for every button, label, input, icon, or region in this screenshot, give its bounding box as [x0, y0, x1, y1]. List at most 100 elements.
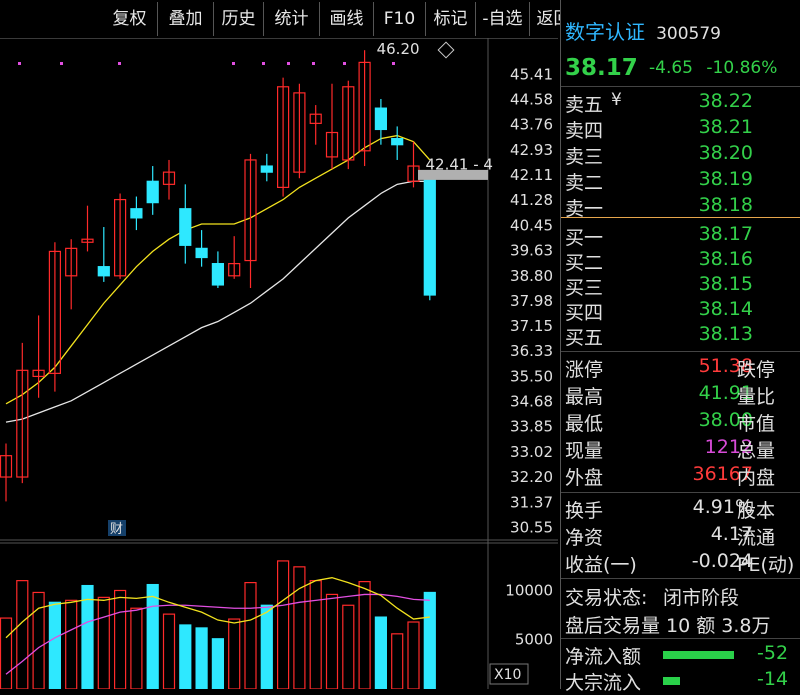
ask-row[interactable]: 卖五 ¥ 38.22 — [561, 90, 800, 116]
event-dot — [262, 62, 265, 65]
ask-label: 卖五 — [565, 94, 604, 116]
price-tick-label: 41.28 — [510, 191, 553, 209]
stat-label2: 市值 — [737, 413, 776, 435]
volume-bar — [97, 596, 110, 689]
toolbar-button-3[interactable]: 统计 — [264, 2, 320, 36]
price-tick-label: 31.37 — [510, 493, 553, 511]
bid-row[interactable]: 买二 38.16 — [561, 248, 800, 274]
quote-panel: 数字认证 300579 38.17 -4.65 -10.86% 卖五 ¥ 38.… — [560, 0, 800, 694]
event-dot — [287, 62, 290, 65]
bid-label: 买二 — [565, 252, 604, 274]
volume-bar — [423, 591, 436, 689]
bid-row[interactable]: 买三 38.15 — [561, 273, 800, 299]
kline-chart[interactable]: 45.41 44.58 43.76 42.93 42.11 41.28 40.45 39.63… — [0, 38, 558, 689]
ask-row[interactable]: 卖四 38.21 — [561, 116, 800, 142]
flow-row: 净流入额 -52 — [561, 642, 800, 668]
candle-body — [391, 138, 404, 146]
price-tick-label: 33.02 — [510, 443, 553, 461]
volume-bar — [244, 581, 257, 689]
candle-body — [374, 107, 387, 131]
bid-row[interactable]: 买四 38.14 — [561, 298, 800, 324]
stat-label: 涨停 — [565, 359, 604, 381]
toolbar-button-6[interactable]: 标记 — [426, 2, 476, 36]
volume-bar — [16, 580, 29, 689]
price-tick-label: 36.33 — [510, 342, 553, 360]
bid-row[interactable]: 买一 38.17 — [561, 223, 800, 249]
stat-label: 最低 — [565, 413, 604, 435]
price-tick-label: 42.93 — [510, 141, 553, 159]
price-change-pct: -10.86% — [706, 58, 778, 78]
volume-bar — [195, 627, 208, 689]
event-dot — [118, 62, 121, 65]
event-dot — [343, 62, 346, 65]
bid-price: 38.16 — [698, 248, 753, 270]
high-price-marker: 46.20 — [377, 40, 420, 58]
toolbar-button-0[interactable]: 复权 — [102, 2, 158, 36]
stat-row: 外盘 36167 内盘 — [561, 463, 800, 489]
toolbar-button-7[interactable]: -自选 — [476, 2, 530, 36]
fund-label: 换手 — [565, 500, 604, 522]
volume-bar — [48, 601, 62, 689]
volume-bar — [309, 580, 322, 689]
ma-long-line — [5, 180, 430, 423]
volume-bar — [293, 566, 306, 689]
ask-price: 38.20 — [698, 142, 753, 164]
bid-label: 买三 — [565, 277, 604, 299]
price-tick-label: 45.41 — [510, 65, 553, 83]
candle-body — [195, 247, 208, 259]
stat-label: 最高 — [565, 386, 604, 408]
fund-label: 净资 — [565, 527, 604, 549]
volume-unit-label: X10 — [494, 667, 521, 683]
fund-label2: PE(动) — [737, 554, 795, 576]
price-tick-label: 40.45 — [510, 217, 553, 235]
ask-mark: ¥ — [611, 90, 622, 110]
candle-body — [130, 208, 143, 219]
fundamental-row: 净资 4.17 流通 — [561, 523, 800, 549]
volume-bar — [391, 633, 404, 689]
stock-name: 数字认证 — [565, 20, 645, 44]
fund-label2: 股本 — [737, 500, 776, 522]
flow-value: -52 — [757, 642, 789, 664]
ask-row[interactable]: 卖二 38.19 — [561, 168, 800, 194]
price-tick-label: 32.20 — [510, 468, 553, 486]
fundamental-row: 换手 4.91% 股本 — [561, 496, 800, 522]
bid-row[interactable]: 买五 38.13 — [561, 323, 800, 349]
event-dot — [60, 62, 63, 65]
ask-label: 卖四 — [565, 120, 604, 142]
volume-bar — [162, 613, 176, 689]
bid-price: 38.14 — [698, 298, 753, 320]
volume-bar — [81, 584, 94, 689]
stat-label2: 量比 — [737, 386, 776, 408]
stat-label: 外盘 — [565, 467, 604, 489]
candle-body — [260, 165, 273, 173]
toolbar-button-5[interactable]: F10 — [374, 2, 426, 36]
change-line: -4.65 -10.86% — [649, 58, 777, 78]
toolbar-button-2[interactable]: 历史 — [214, 2, 264, 36]
price-tick-label: 37.15 — [510, 317, 553, 335]
price-line: 38.17 — [565, 55, 638, 81]
last-price: 38.17 — [565, 55, 638, 81]
fund-label: 收益(一) — [565, 554, 637, 576]
stat-row: 最高 41.91 量比 — [561, 382, 800, 408]
event-dot — [312, 62, 315, 65]
divider — [561, 578, 800, 579]
volume-bar — [260, 604, 273, 689]
ask-price: 38.21 — [698, 116, 753, 138]
flow-bar — [663, 677, 680, 685]
ask-row[interactable]: 卖三 38.20 — [561, 142, 800, 168]
stat-label2: 跌停 — [737, 359, 776, 381]
toolbar-button-4[interactable]: 画线 — [320, 2, 374, 36]
volume-tick-label: 5000 — [515, 631, 553, 649]
event-dot — [392, 62, 395, 65]
flow-label: 净流入额 — [565, 646, 642, 668]
stat-label: 现量 — [565, 440, 604, 462]
trade-status-row: 交易状态: 闭市阶段 — [561, 583, 800, 609]
ask-price: 38.18 — [698, 194, 753, 216]
flow-row: 大宗流入 -14 — [561, 668, 800, 694]
divider — [561, 638, 800, 639]
trade-status-label: 交易状态: — [565, 587, 648, 609]
price-tick-label: 37.98 — [510, 292, 553, 310]
ask-label: 卖三 — [565, 146, 604, 168]
volume-bar — [407, 621, 420, 689]
toolbar-button-1[interactable]: 叠加 — [158, 2, 214, 36]
